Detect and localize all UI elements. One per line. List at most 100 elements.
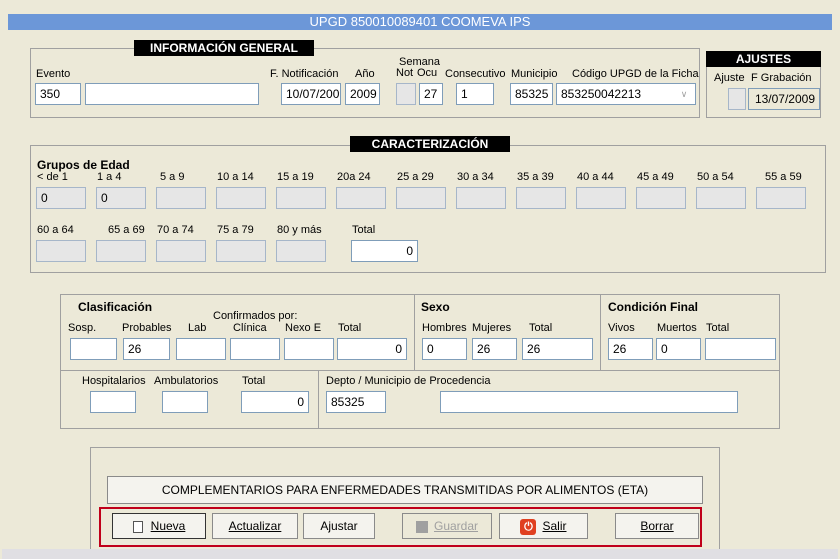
guardar-button[interactable]: Guardar [402, 513, 492, 539]
ambulatorios-field[interactable] [162, 391, 208, 413]
sexo-header: Sexo [421, 300, 450, 314]
muertos-label: Muertos [657, 322, 697, 334]
actualizar-button[interactable]: Actualizar [212, 513, 298, 539]
procedencia-name-field[interactable] [440, 391, 738, 413]
f-notificacion-label: F. Notificación [270, 68, 339, 80]
age-field[interactable] [396, 187, 446, 209]
guardar-label: Guardar [433, 519, 479, 533]
age-field[interactable] [216, 187, 266, 209]
info-general-header: INFORMACIÓN GENERAL [134, 40, 314, 56]
save-icon [415, 520, 428, 533]
codigo-upgd-value: 853250042213 [561, 87, 642, 101]
borrar-label: Borrar [640, 519, 674, 533]
clasificacion-total-label: Total [338, 322, 362, 334]
age-label: 35 a 39 [517, 171, 554, 183]
ajustar-button[interactable]: Ajustar [303, 513, 375, 539]
f-notificacion-field[interactable]: 10/07/2009 [281, 83, 341, 105]
age-field[interactable] [696, 187, 746, 209]
ajustar-label: Ajustar [320, 519, 358, 533]
grupos-edad-label: Grupos de Edad [37, 158, 130, 172]
horizontal-scrollbar[interactable] [2, 549, 838, 559]
clasificacion-total-field[interactable]: 0 [337, 338, 407, 360]
age-field[interactable]: 0 [36, 187, 86, 209]
sosp-field[interactable] [70, 338, 117, 360]
condicion-header: Condición Final [608, 300, 698, 314]
nueva-label: Nueva [150, 519, 186, 533]
age-field[interactable] [516, 187, 566, 209]
atencion-total-field[interactable]: 0 [241, 391, 309, 413]
procedencia-label: Depto / Municipio de Procedencia [326, 375, 491, 387]
age-field[interactable] [456, 187, 506, 209]
caracterizacion-header: CARACTERIZACIÓN [350, 136, 510, 152]
procedencia-code-field[interactable]: 85325 [326, 391, 386, 413]
condicion-total-field[interactable] [705, 338, 776, 360]
hospitalarios-field[interactable] [90, 391, 136, 413]
age-label: 45 a 49 [637, 171, 674, 183]
lab-label: Lab [188, 322, 207, 334]
age-field[interactable] [276, 240, 326, 262]
nueva-button[interactable]: Nueva [112, 513, 206, 539]
clinica-field[interactable] [230, 338, 280, 360]
age-label: 80 y más [277, 224, 322, 236]
evento-label: Evento [36, 68, 71, 80]
age-label: 70 a 74 [157, 224, 194, 236]
age-field[interactable] [576, 187, 626, 209]
mujeres-field[interactable]: 26 [472, 338, 517, 360]
semana-ocu-field[interactable]: 27 [419, 83, 443, 105]
semana-ocu-label: Ocu [417, 67, 438, 79]
age-label: 1 a 4 [97, 171, 122, 183]
age-label: 25 a 29 [397, 171, 434, 183]
muertos-field[interactable]: 0 [656, 338, 701, 360]
age-field[interactable] [96, 240, 146, 262]
codigo-upgd-select[interactable]: 853250042213 ∨ [556, 83, 696, 105]
ajuste-label: Ajuste [714, 72, 745, 84]
window-title: UPGD 850010089401 COOMEVA IPS [8, 14, 832, 30]
municipio-field[interactable]: 85325 [510, 83, 553, 105]
chevron-down-icon[interactable]: ∨ [676, 85, 692, 103]
age-label: 15 a 19 [277, 171, 314, 183]
age-label: < de 1 [37, 171, 68, 183]
codigo-upgd-label: Código UPGD de la Ficha [572, 68, 699, 80]
consecutivo-field[interactable]: 1 [456, 83, 494, 105]
age-field[interactable] [636, 187, 686, 209]
vivos-field[interactable]: 26 [608, 338, 653, 360]
ajuste-field[interactable] [728, 88, 746, 110]
complementarios-button[interactable]: COMPLEMENTARIOS PARA ENFERMEDADES TRANSM… [107, 476, 703, 504]
evento-code-field[interactable]: 350 [35, 83, 81, 105]
hospitalarios-label: Hospitalarios [82, 375, 146, 387]
age-field[interactable] [216, 240, 266, 262]
age-field[interactable] [756, 187, 806, 209]
salir-button[interactable]: ⏻ Salir [499, 513, 588, 539]
borrar-button[interactable]: Borrar [615, 513, 699, 539]
hombres-label: Hombres [422, 322, 467, 334]
condicion-total-label: Total [706, 322, 730, 334]
age-total-field[interactable]: 0 [351, 240, 418, 262]
age-field[interactable] [156, 187, 206, 209]
f-grabacion-field[interactable]: 13/07/2009 [748, 88, 820, 110]
evento-name-field[interactable] [85, 83, 259, 105]
divider [600, 294, 601, 370]
semana-not-field[interactable] [396, 83, 416, 105]
nexo-label: Nexo E [285, 322, 322, 334]
age-field[interactable] [36, 240, 86, 262]
age-field[interactable] [336, 187, 386, 209]
age-label: 5 a 9 [160, 171, 185, 183]
age-field[interactable] [276, 187, 326, 209]
lab-field[interactable] [176, 338, 226, 360]
age-label: 50 a 54 [697, 171, 734, 183]
probables-label: Probables [122, 322, 172, 334]
probables-field[interactable]: 26 [123, 338, 170, 360]
divider [318, 370, 319, 429]
hombres-field[interactable]: 0 [422, 338, 467, 360]
age-label: 55 a 59 [765, 171, 802, 183]
age-field[interactable] [156, 240, 206, 262]
divider [60, 370, 780, 371]
clinica-label: Clínica [233, 322, 267, 334]
anio-field[interactable]: 2009 [345, 83, 380, 105]
confirmados-label: Confirmados por: [213, 310, 298, 322]
age-label: 20a 24 [337, 171, 371, 183]
age-field[interactable]: 0 [96, 187, 146, 209]
sexo-total-field[interactable]: 26 [522, 338, 593, 360]
age-label: 10 a 14 [217, 171, 254, 183]
nexo-field[interactable] [284, 338, 334, 360]
